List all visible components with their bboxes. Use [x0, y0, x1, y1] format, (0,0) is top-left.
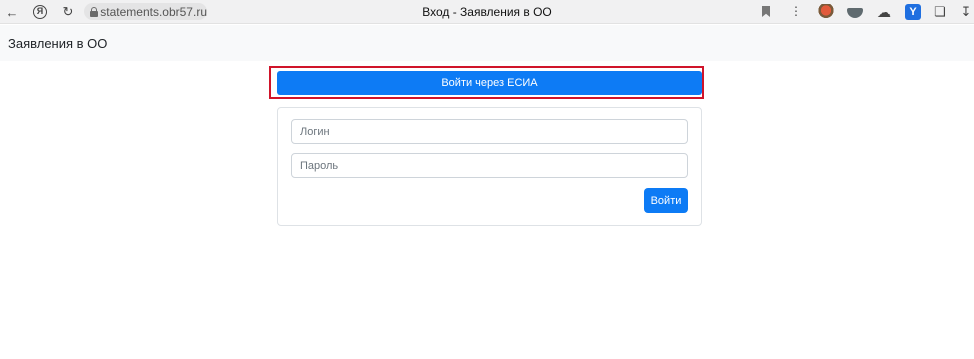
back-arrow-icon[interactable]: ← — [3, 3, 21, 21]
extensions-puzzle-icon[interactable]: ❏ — [932, 4, 948, 20]
lock-icon — [90, 6, 98, 17]
extension-icon[interactable]: Y — [905, 4, 921, 20]
yandex-logo: Я — [33, 5, 47, 19]
cloud-download-icon[interactable]: ☁ — [876, 4, 892, 20]
address-text: statements.obr57.ru — [100, 4, 207, 19]
navbar-brand[interactable]: Заявления в ОО — [8, 36, 107, 51]
address-bar[interactable]: statements.obr57.ru — [84, 3, 207, 20]
app-navbar: Заявления в ОО — [0, 25, 974, 61]
esia-login-button[interactable]: Войти через ЕСИА — [277, 71, 702, 95]
browser-toolbar: ← Я ↻ statements.obr57.ru Вход - Заявлен… — [0, 0, 974, 24]
reload-icon[interactable]: ↻ — [59, 3, 77, 21]
yandex-home-icon[interactable]: Я — [31, 3, 49, 21]
more-menu-icon[interactable]: ⋮ — [790, 4, 802, 18]
extension-icon[interactable] — [847, 8, 863, 18]
login-submit-button[interactable]: Войти — [644, 188, 688, 213]
extension-icon[interactable] — [818, 4, 834, 20]
download-icon[interactable]: ↧ — [958, 4, 974, 20]
login-field[interactable] — [291, 119, 688, 144]
password-field[interactable] — [291, 153, 688, 178]
bookmark-icon[interactable] — [762, 6, 770, 17]
